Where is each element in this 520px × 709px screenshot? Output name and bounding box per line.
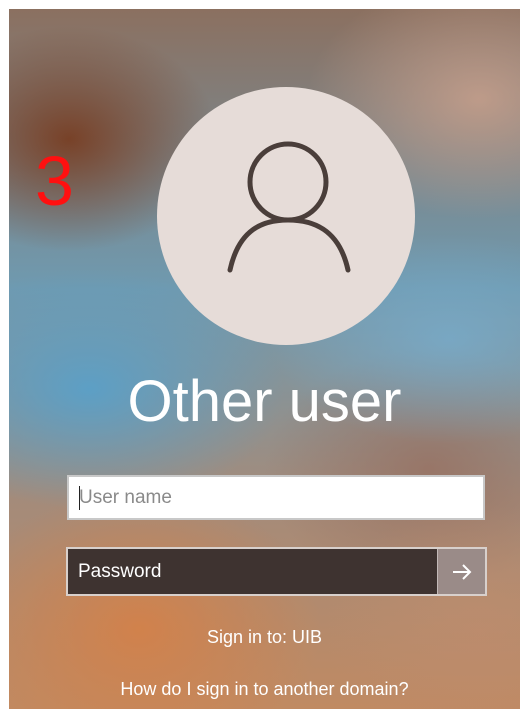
user-silhouette-icon xyxy=(227,141,351,273)
arrow-right-icon xyxy=(452,563,471,580)
submit-button[interactable] xyxy=(437,549,485,594)
sign-in-domain-label: Sign in to: UIB xyxy=(206,627,323,647)
user-title: Other user xyxy=(127,369,402,434)
password-field xyxy=(66,547,487,596)
text-caret xyxy=(79,486,80,510)
photo-frame: 3 Other user Sign in to: UIB How do I si… xyxy=(0,0,520,709)
another-domain-link[interactable]: How do I sign in to another domain? xyxy=(9,677,520,701)
user-avatar xyxy=(157,87,415,345)
username-input[interactable] xyxy=(67,475,485,520)
password-input[interactable] xyxy=(68,549,438,594)
step-number-annotation: 3 xyxy=(35,142,74,220)
lock-screen: 3 Other user Sign in to: UIB How do I si… xyxy=(9,9,520,709)
